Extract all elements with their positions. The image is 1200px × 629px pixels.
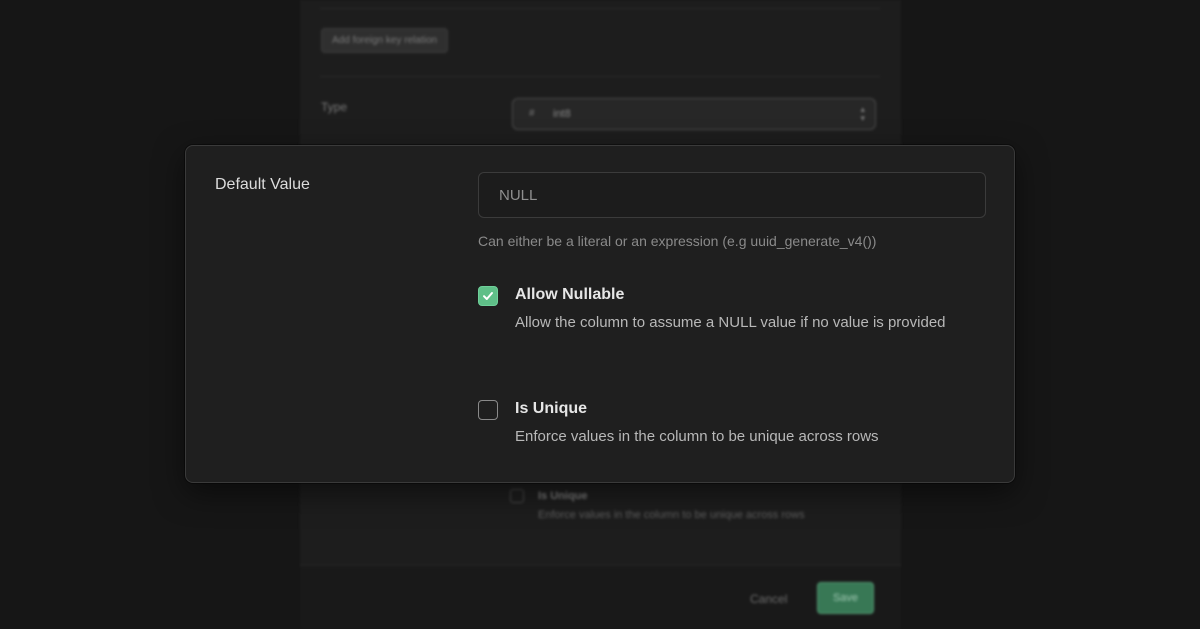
- column-settings-card: Default Value Can either be a literal or…: [185, 145, 1015, 483]
- default-value-label: Default Value: [215, 176, 310, 193]
- add-foreign-key-button[interactable]: Add foreign key relation: [321, 28, 449, 53]
- default-value-helper-text: Can either be a literal or an expression…: [478, 233, 877, 249]
- divider: [320, 8, 880, 9]
- is-unique-checkbox[interactable]: [478, 400, 498, 420]
- divider: [320, 76, 880, 77]
- background-unique-title: Is Unique: [538, 490, 588, 502]
- save-button[interactable]: Save: [817, 582, 874, 614]
- type-select[interactable]: # int8 ▴ ▾: [512, 98, 876, 130]
- is-unique-title: Is Unique: [515, 400, 588, 417]
- cancel-button[interactable]: Cancel: [750, 592, 787, 606]
- allow-nullable-description: Allow the column to assume a NULL value …: [515, 314, 946, 331]
- background-unique-description: Enforce values in the column to be uniqu…: [538, 509, 805, 521]
- hash-icon: #: [529, 108, 535, 119]
- is-unique-description: Enforce values in the column to be uniqu…: [515, 428, 879, 445]
- allow-nullable-checkbox[interactable]: [478, 286, 498, 306]
- allow-nullable-title: Allow Nullable: [515, 286, 625, 303]
- type-select-value: int8: [553, 108, 571, 120]
- chevron-up-down-icon: ▴ ▾: [860, 104, 865, 123]
- type-label: Type: [321, 100, 348, 114]
- checkmark-icon: [483, 292, 493, 300]
- background-unique-checkbox[interactable]: [510, 489, 524, 503]
- default-value-input[interactable]: [478, 172, 986, 218]
- panel-footer: Cancel Save: [300, 565, 901, 629]
